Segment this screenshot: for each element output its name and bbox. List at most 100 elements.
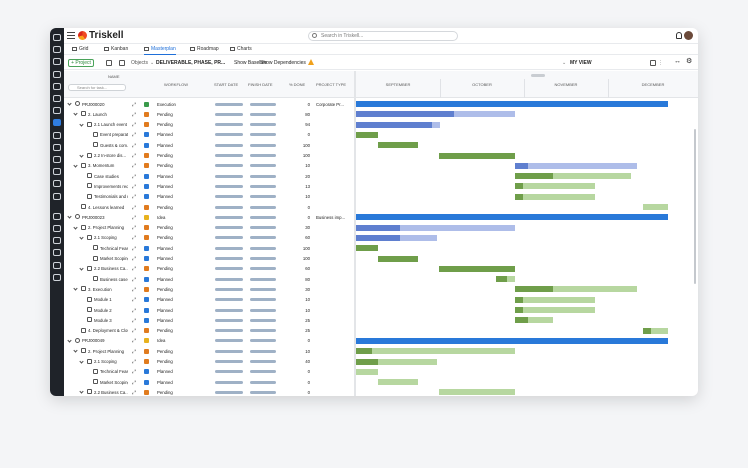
task-name[interactable]: Business case... xyxy=(100,277,128,282)
workflow-status[interactable]: Pending xyxy=(157,163,173,168)
hierarchy-icon[interactable] xyxy=(53,180,61,188)
task-name[interactable]: 2.1 Launch event xyxy=(94,122,128,127)
task-name[interactable]: 2. Launch xyxy=(88,112,128,117)
task-name[interactable]: Module 1 xyxy=(94,297,128,302)
gantt-bar-progress[interactable] xyxy=(515,183,523,190)
gantt-bar-progress[interactable] xyxy=(356,224,400,231)
gantt-bar-remaining[interactable] xyxy=(399,234,438,241)
col-pct-done[interactable]: % DONE xyxy=(289,82,305,87)
finish-date-placeholder[interactable] xyxy=(250,308,276,312)
start-date-placeholder[interactable] xyxy=(215,143,243,147)
workflow-status[interactable]: Pending xyxy=(157,153,173,158)
chevron-down-icon[interactable] xyxy=(79,389,84,395)
task-name[interactable]: PRJ000049 xyxy=(82,338,128,343)
finish-date-placeholder[interactable] xyxy=(250,112,276,116)
chevron-down-icon[interactable] xyxy=(67,338,72,343)
start-date-placeholder[interactable] xyxy=(215,205,243,209)
gantt-bar-progress[interactable] xyxy=(515,307,523,313)
table-row[interactable]: 2. Project Planning ⤢ Pending 30 xyxy=(64,223,354,233)
org2-icon[interactable] xyxy=(53,273,61,281)
avatar[interactable] xyxy=(684,31,693,40)
open-icon[interactable]: ⤢ xyxy=(132,390,137,396)
gantt-bar-progress[interactable] xyxy=(515,173,553,180)
task-name[interactable]: 2. Project Planning xyxy=(88,349,128,354)
chevron-down-icon[interactable] xyxy=(79,266,84,271)
task-name[interactable]: PRJ000020 xyxy=(82,102,128,107)
settings-icon[interactable] xyxy=(53,237,61,245)
start-date-placeholder[interactable] xyxy=(215,277,243,281)
open-icon[interactable]: ⤢ xyxy=(132,318,137,324)
start-date-placeholder[interactable] xyxy=(215,133,243,137)
finish-date-placeholder[interactable] xyxy=(250,267,276,271)
open-icon[interactable]: ⤢ xyxy=(132,287,137,293)
gantt-bar-remaining[interactable] xyxy=(522,307,595,313)
open-icon[interactable]: ⤢ xyxy=(132,369,137,375)
start-date-placeholder[interactable] xyxy=(215,287,243,291)
gantt-bar-remaining[interactable] xyxy=(527,162,637,169)
start-date-placeholder[interactable] xyxy=(215,298,243,302)
finish-date-placeholder[interactable] xyxy=(250,133,276,137)
workflow-status[interactable]: Pending xyxy=(157,225,173,230)
workflow-status[interactable]: Planned xyxy=(157,277,173,282)
finish-date-placeholder[interactable] xyxy=(250,298,276,302)
workflow-status[interactable]: Pending xyxy=(157,328,173,333)
users-icon[interactable] xyxy=(53,82,61,90)
gantt-bar-progress[interactable] xyxy=(377,255,419,262)
chevron-down-icon[interactable] xyxy=(73,348,78,353)
finish-date-placeholder[interactable] xyxy=(250,205,276,209)
table-row[interactable]: PRJ000023 ⤢ Idea 0 Business imp... xyxy=(64,212,354,222)
gantt-bar-remaining[interactable] xyxy=(552,286,637,293)
tab-charts[interactable]: Charts xyxy=(230,46,252,52)
gantt-bar-progress[interactable] xyxy=(515,193,523,200)
open-icon[interactable]: ⤢ xyxy=(132,143,137,149)
task-name[interactable]: Improvements requ... xyxy=(94,184,128,189)
gantt-bar-remaining[interactable] xyxy=(522,296,595,303)
gantt-bar-remaining[interactable] xyxy=(643,204,668,210)
chevron-down-icon[interactable] xyxy=(73,286,78,292)
workflow-status[interactable]: Pending xyxy=(157,287,173,292)
finish-date-placeholder[interactable] xyxy=(250,236,276,240)
workflow-status[interactable]: Planned xyxy=(157,143,173,148)
finish-date-placeholder[interactable] xyxy=(250,154,276,157)
start-date-placeholder[interactable] xyxy=(215,164,243,168)
gantt-bar-project[interactable] xyxy=(356,337,668,344)
expand-icon[interactable] xyxy=(106,60,112,66)
finish-date-placeholder[interactable] xyxy=(250,390,276,394)
start-date-placeholder[interactable] xyxy=(215,123,243,127)
open-icon[interactable]: ⤢ xyxy=(132,338,137,344)
start-date-placeholder[interactable] xyxy=(215,236,243,240)
gantt-bar-progress[interactable] xyxy=(356,111,455,118)
table-icon[interactable] xyxy=(53,70,61,78)
table-row[interactable]: 2.2 Business Ca... ⤢ Pending 0 xyxy=(64,387,354,396)
finish-date-placeholder[interactable] xyxy=(250,277,276,281)
start-date-placeholder[interactable] xyxy=(215,154,243,157)
chevron-down-icon[interactable] xyxy=(67,214,72,219)
finish-date-placeholder[interactable] xyxy=(250,287,276,291)
workflow-status[interactable]: Execution xyxy=(157,102,176,107)
gantt-bar-remaining[interactable] xyxy=(507,276,516,283)
gantt-bar-remaining[interactable] xyxy=(522,193,595,200)
finish-date-placeholder[interactable] xyxy=(250,195,276,199)
start-date-placeholder[interactable] xyxy=(215,112,243,116)
print-icon[interactable] xyxy=(119,60,125,66)
workflow-status[interactable]: Pending xyxy=(157,122,173,127)
gantt-bar-remaining[interactable] xyxy=(650,327,668,334)
gantt-bar-project[interactable] xyxy=(356,214,668,221)
gantt-bar-progress[interactable] xyxy=(643,327,651,334)
table-row[interactable]: Market Scoping ⤢ Planned 0 xyxy=(64,377,354,387)
start-date-placeholder[interactable] xyxy=(215,184,243,188)
finish-date-placeholder[interactable] xyxy=(250,370,276,374)
workflow-status[interactable]: Pending xyxy=(157,205,173,210)
finish-date-placeholder[interactable] xyxy=(250,380,276,384)
people-icon[interactable] xyxy=(53,225,61,232)
gantt-bar-remaining[interactable] xyxy=(438,389,516,396)
table-row[interactable]: Business case... ⤢ Planned 80 xyxy=(64,274,354,284)
start-date-placeholder[interactable] xyxy=(215,308,243,312)
table-row[interactable]: Module 3 ⤢ Planned 25 xyxy=(64,315,354,325)
task-name[interactable]: 2.1 Scoping xyxy=(94,359,128,364)
gantt-bar-remaining[interactable] xyxy=(432,121,441,128)
vertical-scrollbar[interactable] xyxy=(694,129,696,284)
workflow-status[interactable]: Planned xyxy=(157,246,173,251)
open-icon[interactable]: ⤢ xyxy=(132,266,137,272)
save-view-icon[interactable] xyxy=(650,60,656,66)
